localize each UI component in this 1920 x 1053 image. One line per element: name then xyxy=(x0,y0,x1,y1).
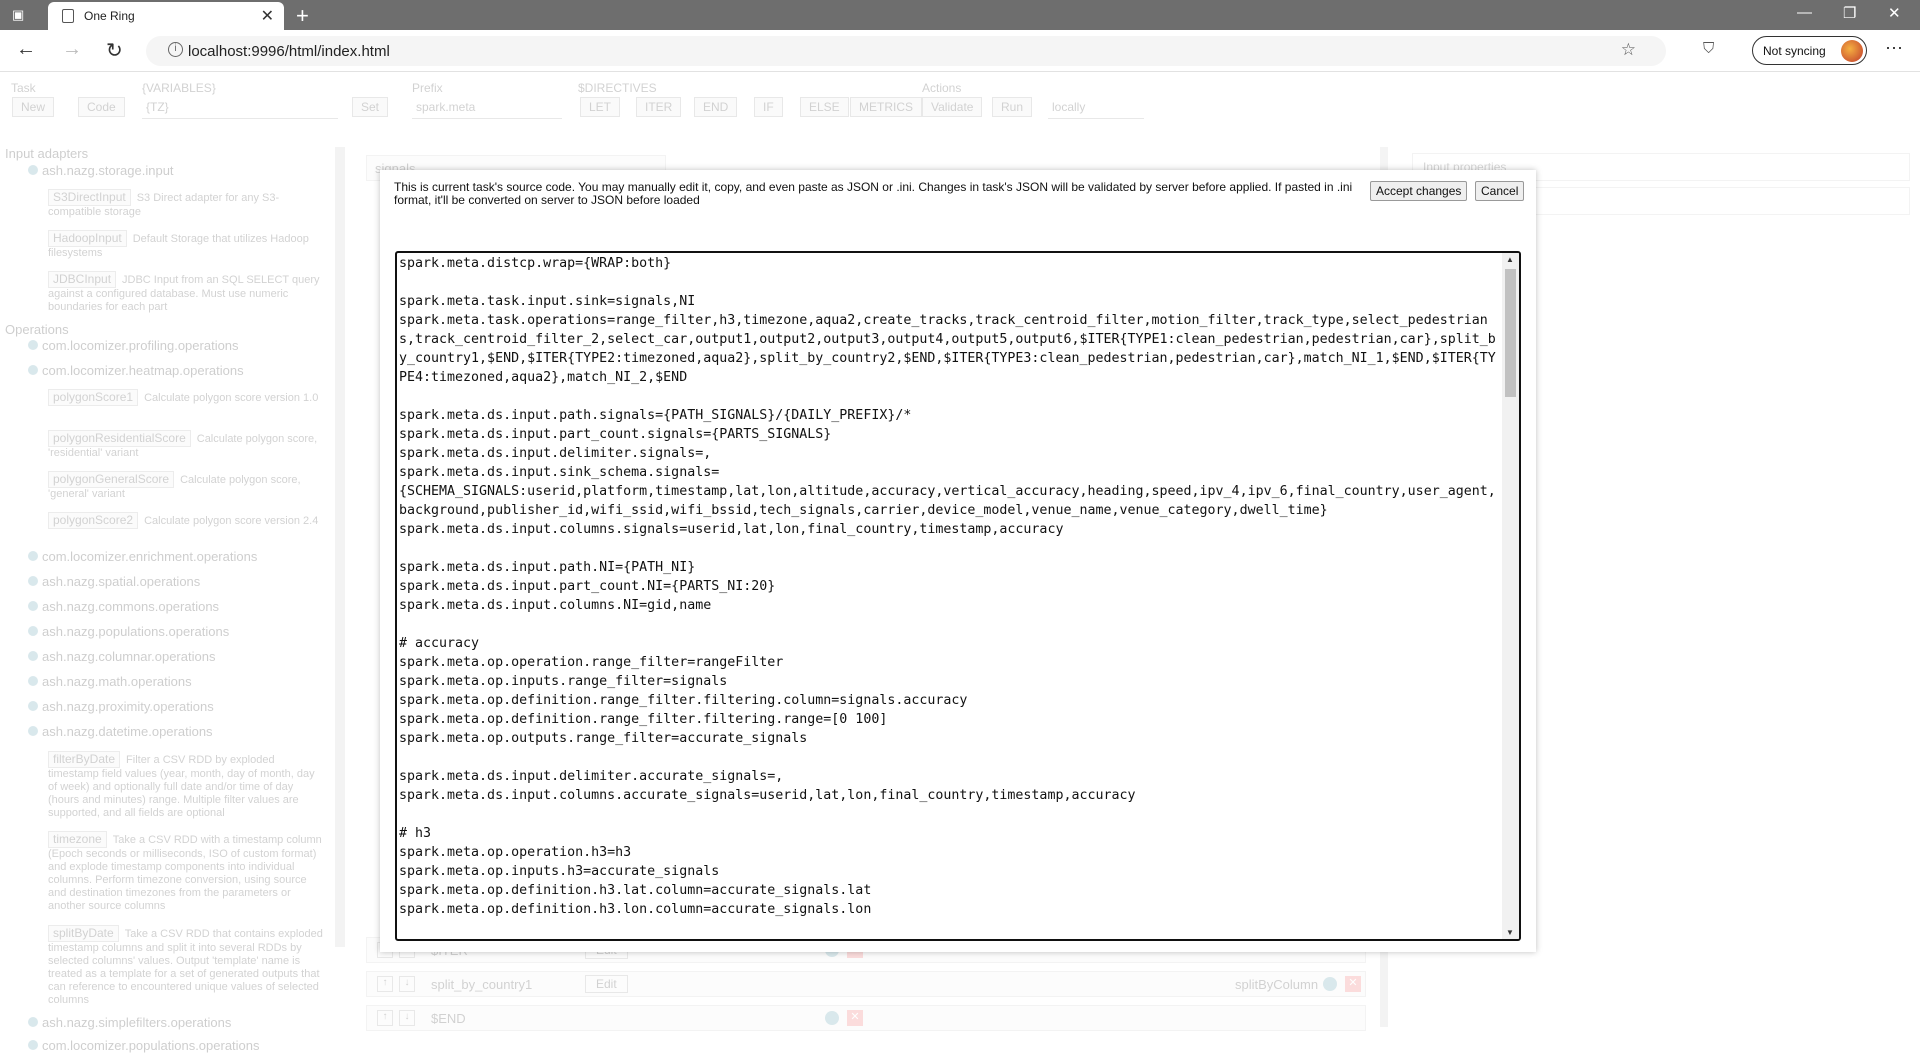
url-text: localhost:9996/html/index.html xyxy=(188,43,390,60)
pkg-populations[interactable]: ash.nazg.populations.operations xyxy=(28,624,229,639)
actions-label: Actions xyxy=(922,81,962,95)
op-filterbydate[interactable]: filterByDate Filter a CSV RDD by exploded… xyxy=(48,751,323,820)
adapter-jdbcinput[interactable]: JDBCInput JDBC Input from an SQL SELECT q… xyxy=(48,271,323,314)
run-button[interactable]: Run xyxy=(992,97,1033,117)
adapter-hadoopinput[interactable]: HadoopInput Default Storage that utilizes… xyxy=(48,230,323,260)
variables-select[interactable]: {TZ} xyxy=(142,97,338,119)
move-down-icon[interactable]: ↓ xyxy=(399,1010,415,1026)
accept-changes-button[interactable]: Accept changes xyxy=(1370,181,1468,201)
forward-icon[interactable]: → xyxy=(62,38,82,61)
cancel-button[interactable]: Cancel xyxy=(1475,181,1525,201)
split-by-country-row: ↑ ↓ split_by_country1 Edit splitByColumn… xyxy=(366,971,1366,997)
minimize-icon[interactable]: — xyxy=(1797,4,1812,21)
directive-let-button[interactable]: LET xyxy=(580,97,621,117)
set-button[interactable]: Set xyxy=(352,97,389,117)
source-code-text[interactable]: spark.meta.distcp.wrap={WRAP:both} spark… xyxy=(399,254,1499,919)
prefix-label: Prefix xyxy=(412,81,443,95)
op-verb-label: splitByColumn xyxy=(1235,977,1319,992)
directives-label: $DIRECTIVES xyxy=(578,81,657,95)
directive-else-button[interactable]: ELSE xyxy=(800,97,849,117)
tab-title: One Ring xyxy=(84,9,135,23)
back-icon[interactable]: ← xyxy=(16,38,36,61)
pkg-proximity[interactable]: ash.nazg.proximity.operations xyxy=(28,699,214,714)
scroll-down-icon[interactable]: ▼ xyxy=(1506,928,1514,937)
prefix-input[interactable]: spark.meta xyxy=(412,97,562,119)
op-splitbydate[interactable]: splitByDate Take a CSV RDD that contains … xyxy=(48,925,323,1007)
tab-actions-icon[interactable]: ▣ xyxy=(12,7,32,23)
directive-if-button[interactable]: IF xyxy=(754,97,783,117)
profile-avatar xyxy=(1841,40,1863,62)
move-down-icon[interactable]: ↓ xyxy=(399,976,415,992)
scroll-thumb[interactable] xyxy=(1505,269,1516,397)
edit-button[interactable]: Edit xyxy=(585,975,628,993)
pkg-commons[interactable]: ash.nazg.commons.operations xyxy=(28,599,219,614)
validate-button[interactable]: Validate xyxy=(922,97,983,117)
input-adapters-heading: Input adapters xyxy=(5,146,89,161)
op-name-input[interactable]: split_by_country1 xyxy=(431,977,532,992)
new-button[interactable]: New xyxy=(12,97,55,117)
close-tab-icon[interactable]: ✕ xyxy=(261,6,274,26)
info-icon[interactable] xyxy=(1323,977,1337,991)
variables-label: {VARIABLES} xyxy=(142,81,216,95)
reload-icon[interactable]: ↻ xyxy=(106,38,123,63)
op-timezone[interactable]: timezone Take a CSV RDD with a timestamp … xyxy=(48,831,323,913)
code-button[interactable]: Code xyxy=(78,97,125,117)
pkg-storage-input[interactable]: ash.nazg.storage.input xyxy=(28,163,174,178)
more-options-icon[interactable]: ⋯ xyxy=(1885,38,1903,59)
pkg-math[interactable]: ash.nazg.math.operations xyxy=(28,674,192,689)
run-mode-select[interactable]: locally xyxy=(1048,97,1144,119)
move-up-icon[interactable]: ↑ xyxy=(377,1010,393,1026)
close-window-icon[interactable]: ✕ xyxy=(1888,4,1901,22)
task-label: Task xyxy=(11,81,36,95)
code-scrollbar[interactable]: ▲ ▼ xyxy=(1502,253,1519,939)
dialog-message: This is current task's source code. You … xyxy=(394,180,1353,207)
favorite-star-icon[interactable]: ☆ xyxy=(1621,40,1636,60)
sync-label: Not syncing xyxy=(1763,44,1826,58)
info-icon[interactable]: i xyxy=(168,42,183,57)
pkg-enrichment[interactable]: com.locomizer.enrichment.operations xyxy=(28,549,257,564)
pkg-datetime[interactable]: ash.nazg.datetime.operations xyxy=(28,724,213,739)
page-icon xyxy=(62,9,74,23)
pkg-heatmap[interactable]: com.locomizer.heatmap.operations xyxy=(28,363,244,378)
directive-end-button[interactable]: END xyxy=(694,97,738,117)
new-tab-icon[interactable]: + xyxy=(296,3,309,29)
op-polygonscore2[interactable]: polygonScore2 Calculate polygon score ver… xyxy=(48,512,323,529)
shield-icon[interactable]: ⛉ xyxy=(1703,40,1714,57)
info-icon[interactable] xyxy=(825,1011,839,1025)
pkg-spatial[interactable]: ash.nazg.spatial.operations xyxy=(28,574,200,589)
sidebar-scrollbar[interactable] xyxy=(335,147,345,947)
pkg-profiling[interactable]: com.locomizer.profiling.operations xyxy=(28,338,239,353)
source-code-textarea[interactable]: spark.meta.distcp.wrap={WRAP:both} spark… xyxy=(395,251,1521,941)
pkg-locomizer-populations[interactable]: com.locomizer.populations.operations xyxy=(28,1038,260,1053)
browser-nav-bar: ← → ↻ i localhost:9996/html/index.html ☆… xyxy=(0,30,1920,72)
browser-tab-bar: ▣ One Ring ✕ + — ❐ ✕ xyxy=(0,0,1920,30)
address-bar[interactable]: i localhost:9996/html/index.html ☆ xyxy=(146,36,1666,66)
move-up-icon[interactable]: ↑ xyxy=(377,976,393,992)
remove-icon[interactable]: ✕ xyxy=(1345,976,1361,992)
scroll-up-icon[interactable]: ▲ xyxy=(1506,255,1514,264)
remove-icon[interactable]: ✕ xyxy=(847,1010,863,1026)
op-polygonscore1[interactable]: polygonScore1 Calculate polygon score ver… xyxy=(48,389,323,406)
adapter-s3directinput[interactable]: S3DirectInput S3 Direct adapter for any S… xyxy=(48,189,323,219)
end-label: $END xyxy=(431,1011,466,1026)
operations-heading: Operations xyxy=(5,322,69,337)
restore-icon[interactable]: ❐ xyxy=(1843,4,1856,22)
pkg-columnar[interactable]: ash.nazg.columnar.operations xyxy=(28,649,215,664)
sync-button[interactable]: Not syncing xyxy=(1752,36,1867,65)
op-polygonresidentialscore[interactable]: polygonResidentialScore Calculate polygon… xyxy=(48,430,323,460)
directive-iter-button[interactable]: ITER xyxy=(636,97,682,117)
pkg-simplefilters[interactable]: ash.nazg.simplefilters.operations xyxy=(28,1015,231,1030)
browser-tab[interactable]: One Ring ✕ xyxy=(48,2,284,30)
source-code-dialog: This is current task's source code. You … xyxy=(380,170,1536,952)
end-row: ↑ ↓ $END ✕ xyxy=(366,1005,1366,1031)
op-polygongeneralscore[interactable]: polygonGeneralScore Calculate polygon sco… xyxy=(48,471,323,501)
directive-metrics-button[interactable]: METRICS xyxy=(850,97,922,117)
